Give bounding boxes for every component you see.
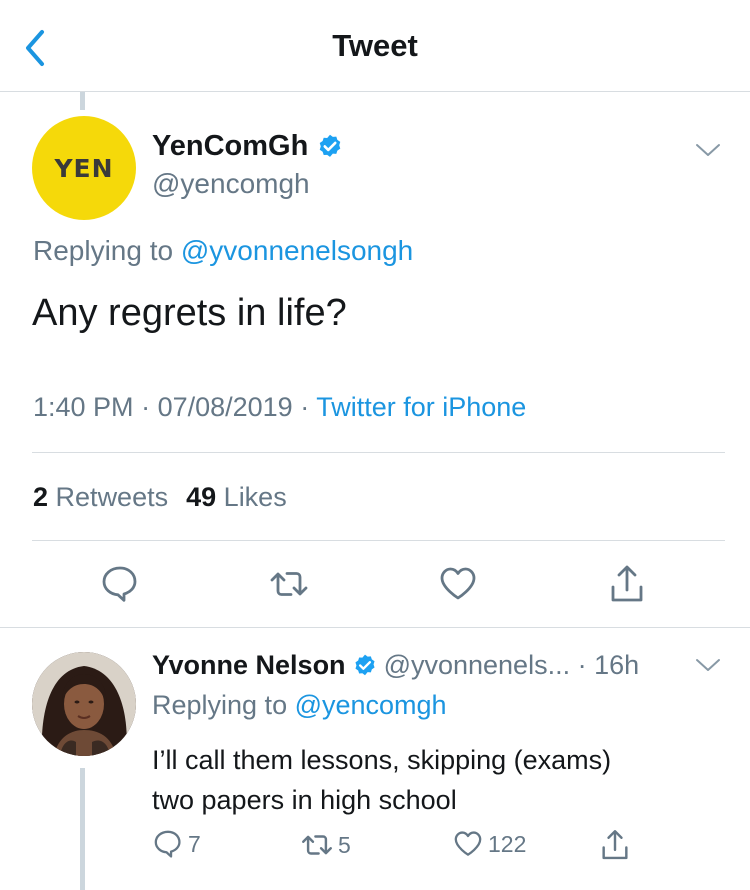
retweet-icon xyxy=(302,835,332,855)
likes-count: 49 xyxy=(186,482,217,512)
heart-icon xyxy=(454,831,482,856)
retweet-count: 5 xyxy=(338,831,351,858)
profile-photo xyxy=(32,652,136,756)
reply-button[interactable] xyxy=(99,563,141,605)
reply-text-line: I’ll call them lessons, skipping (exams) xyxy=(152,745,612,775)
retweet-button[interactable] xyxy=(268,563,310,605)
replying-to-line: Replying to @yvonnenelsongh xyxy=(33,235,413,267)
replying-to-link[interactable]: @yvonnenelsongh xyxy=(181,235,413,266)
tweet-source-link[interactable]: Twitter for iPhone xyxy=(316,392,526,422)
retweets-count: 2 xyxy=(33,482,49,512)
like-button[interactable] xyxy=(437,563,479,605)
reply-count: 7 xyxy=(188,830,201,857)
retweet-icon xyxy=(270,572,308,596)
reply-retweet-button[interactable]: 5 xyxy=(300,828,351,862)
reply-body-text: I’ll call them lessons, skipping (exams)… xyxy=(152,740,712,820)
likes-label: Likes xyxy=(223,482,287,512)
reply-author-row: Yvonne Nelson @yvonnenels... · 16h xyxy=(152,650,639,681)
thread-connector-line xyxy=(80,92,85,110)
more-options-button[interactable] xyxy=(694,140,722,165)
engagement-stats: 2 Retweets 49 Likes xyxy=(33,482,287,513)
comment-bubble-icon xyxy=(154,830,181,858)
tweet-action-bar xyxy=(0,563,750,605)
meta-separator: · xyxy=(133,392,158,422)
likes-stat[interactable]: 49 Likes xyxy=(186,482,287,512)
reply-replying-to-line: Replying to @yencomgh xyxy=(152,690,447,721)
reply-action-bar: 7 5 122 xyxy=(152,828,652,864)
like-count: 122 xyxy=(488,830,527,857)
verified-badge-icon xyxy=(320,134,341,157)
top-nav-bar: Tweet xyxy=(0,0,750,92)
reply-more-options-button[interactable] xyxy=(694,655,722,680)
tweet-date: 07/08/2019 xyxy=(157,392,293,422)
replying-prefix: Replying to xyxy=(152,690,295,720)
share-button[interactable] xyxy=(606,563,648,605)
avatar-yencomgh[interactable]: YEN xyxy=(32,116,136,220)
page-title: Tweet xyxy=(332,28,418,63)
reply-text-line: two papers in high school xyxy=(152,785,457,815)
replying-to-link[interactable]: @yencomgh xyxy=(295,690,447,720)
divider xyxy=(32,540,725,541)
heart-icon xyxy=(440,567,476,600)
tweet-metadata: 1:40 PM · 07/08/2019 · Twitter for iPhon… xyxy=(33,392,526,423)
reply-share-button[interactable] xyxy=(598,828,632,862)
divider xyxy=(0,627,750,628)
reply-like-button[interactable]: 122 xyxy=(452,828,526,860)
replying-prefix: Replying to xyxy=(33,235,181,266)
reply-reply-button[interactable]: 7 xyxy=(152,828,201,860)
yen-logo-text: YEN xyxy=(54,153,114,183)
retweets-stat[interactable]: 2 Retweets xyxy=(33,482,168,512)
reply-author-name[interactable]: Yvonne Nelson xyxy=(152,650,346,681)
divider xyxy=(32,452,725,453)
author-name[interactable]: YenComGh xyxy=(152,130,344,163)
tweet-time: 1:40 PM xyxy=(33,392,134,422)
avatar-yvonne-nelson[interactable] xyxy=(32,652,136,756)
share-icon xyxy=(602,830,628,860)
chevron-down-icon xyxy=(696,144,720,156)
thread-connector-line xyxy=(80,768,85,890)
chevron-down-icon xyxy=(696,659,720,671)
author-handle[interactable]: @yencomgh xyxy=(152,168,310,200)
comment-bubble-icon xyxy=(102,566,137,602)
reply-handle-and-time[interactable]: @yvonnenels... · 16h xyxy=(384,650,640,681)
share-icon xyxy=(611,565,643,602)
meta-separator: · xyxy=(292,392,317,422)
author-name-text[interactable]: YenComGh xyxy=(152,130,308,163)
retweets-label: Retweets xyxy=(55,482,169,512)
tweet-body-text: Any regrets in life? xyxy=(32,292,347,334)
verified-badge-icon xyxy=(355,654,375,675)
